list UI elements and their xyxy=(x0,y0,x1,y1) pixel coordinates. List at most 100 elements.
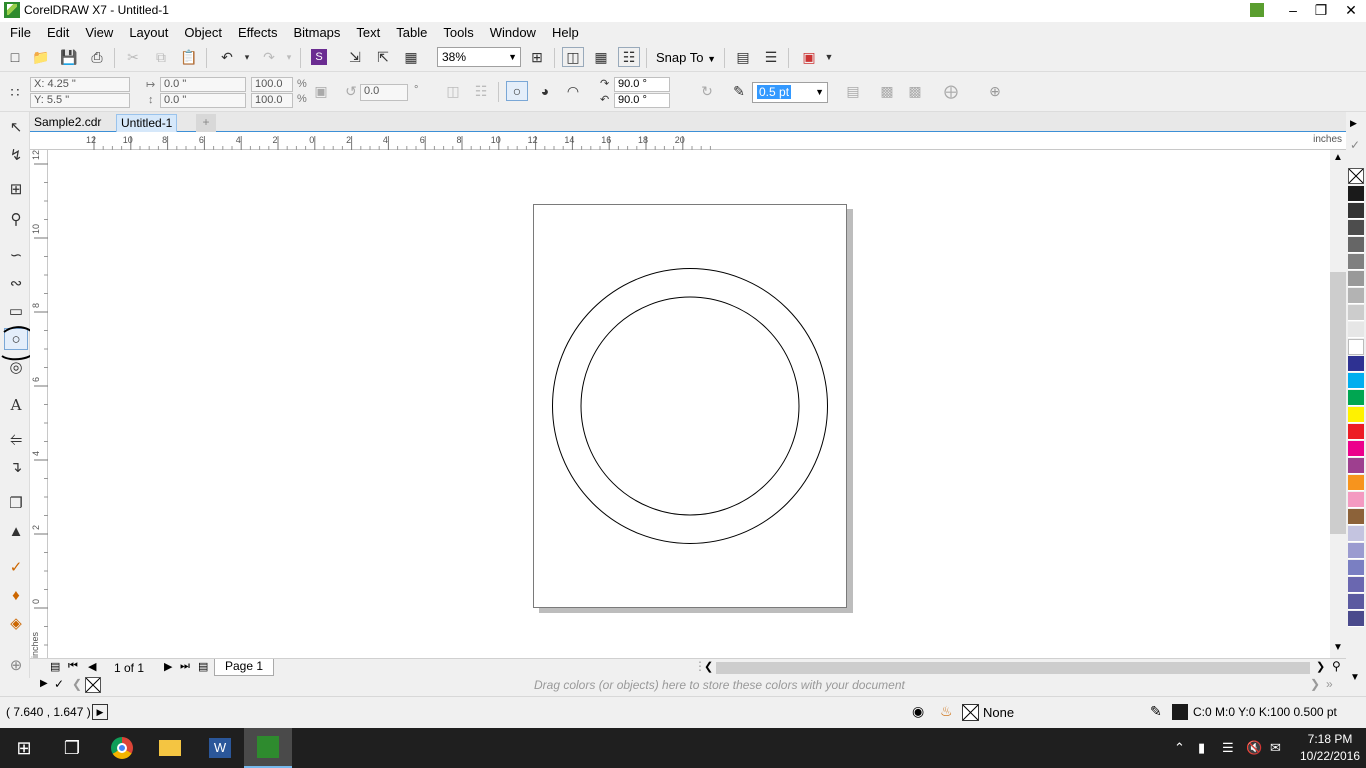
fill-none-swatch[interactable] xyxy=(962,704,979,721)
inner-ellipse[interactable] xyxy=(580,296,800,516)
redo-dropdown-icon[interactable]: ▾ xyxy=(278,47,300,67)
scroll-thumb[interactable] xyxy=(1330,272,1346,534)
outline-pen-icon[interactable]: ✎ xyxy=(1150,703,1162,720)
palette-swatch[interactable] xyxy=(1348,186,1364,202)
end-angle-field[interactable]: 90.0 ° xyxy=(614,93,670,108)
menu-tools[interactable]: Tools xyxy=(435,25,481,40)
restore-button[interactable]: ❐ xyxy=(1306,0,1336,22)
palette-swatch[interactable] xyxy=(1348,424,1364,440)
drop-shadow-icon[interactable]: ❐ xyxy=(4,492,28,514)
new-tab-icon[interactable]: + xyxy=(196,114,216,132)
snap-to-button[interactable]: Snap To ▼ xyxy=(656,50,716,65)
palette-swatch[interactable] xyxy=(1348,305,1364,321)
palette-swatch[interactable] xyxy=(1348,526,1364,542)
freehand-tool-icon[interactable]: ∽ xyxy=(4,244,28,266)
scroll-left-icon[interactable]: ❮ xyxy=(704,660,713,673)
color-eyedropper-icon[interactable]: ✓ xyxy=(4,556,28,578)
palette-swatch[interactable] xyxy=(1348,594,1364,610)
welcome-screen-icon[interactable]: ▣ xyxy=(798,47,820,67)
spiral-tool-icon[interactable]: ◎ xyxy=(4,356,28,378)
undo-dropdown-icon[interactable]: ▾ xyxy=(236,47,258,67)
palette-swatch[interactable] xyxy=(1348,271,1364,287)
interactive-fill-icon[interactable]: ♦ xyxy=(4,584,28,606)
text-tool-icon[interactable]: A xyxy=(4,394,28,416)
add-tool-icon[interactable]: ⊕ xyxy=(4,654,28,676)
horizontal-scroll-thumb[interactable] xyxy=(716,662,1310,674)
palette-scroll-icon[interactable]: ▶ xyxy=(1350,118,1357,129)
tab-page-1[interactable]: Page 1 xyxy=(214,659,275,676)
volume-muted-icon[interactable]: 🔇 xyxy=(1246,740,1262,756)
palette-swatch[interactable] xyxy=(1348,475,1364,491)
quick-customize-icon[interactable]: ⊕ xyxy=(984,81,1006,101)
palette-swatch[interactable] xyxy=(1348,543,1364,559)
menu-view[interactable]: View xyxy=(77,25,121,40)
first-page-icon[interactable]: ⏮ xyxy=(68,660,78,673)
horizontal-ruler[interactable]: 12 10 8 6 4 2 0 2 4 6 8 10 12 14 16 18 20 inches xyxy=(30,132,1346,150)
change-direction-icon[interactable]: ↻ xyxy=(696,81,718,101)
fill-bucket-icon[interactable]: ♨ xyxy=(940,703,953,720)
palette-swatch[interactable] xyxy=(1348,220,1364,236)
app-help-icon[interactable] xyxy=(1242,0,1272,22)
palette-swatch[interactable] xyxy=(1348,611,1364,627)
zoom-full-page-icon[interactable]: ⊞ xyxy=(526,47,548,67)
last-page-icon[interactable]: ⏭ xyxy=(180,660,190,673)
mirror-horizontal-icon[interactable]: ◫ xyxy=(442,81,464,101)
palette-eyedropper-icon[interactable]: ✓ xyxy=(1350,138,1360,152)
palette-swatch[interactable] xyxy=(1348,203,1364,219)
palette-swatch[interactable] xyxy=(1348,356,1364,372)
show-guidelines-icon[interactable]: ☷ xyxy=(618,47,640,67)
tab-untitled-1[interactable]: Untitled-1 xyxy=(116,114,178,132)
menu-effects[interactable]: Effects xyxy=(230,25,286,40)
paste-icon[interactable]: 📋 xyxy=(178,47,200,67)
open-icon[interactable]: 📁 xyxy=(30,47,52,67)
menu-layout[interactable]: Layout xyxy=(121,25,176,40)
print-icon[interactable]: ⎙ xyxy=(86,47,108,67)
palette-swatch[interactable] xyxy=(1348,237,1364,253)
chrome-icon[interactable] xyxy=(98,728,146,768)
export-icon[interactable]: ⇱ xyxy=(372,47,394,67)
chevron-down-icon[interactable]: ▼ xyxy=(818,47,840,67)
menu-edit[interactable]: Edit xyxy=(39,25,77,40)
outline-color-swatch[interactable] xyxy=(1172,704,1188,720)
smart-fill-icon[interactable]: ◈ xyxy=(4,612,28,634)
task-view-icon[interactable]: ❐ xyxy=(48,728,96,768)
rectangle-tool-icon[interactable]: ▭ xyxy=(4,300,28,322)
scroll-right-icon[interactable]: ❯ xyxy=(1316,660,1325,673)
status-expand-icon[interactable]: ▶ xyxy=(92,704,108,720)
scroll-down-icon[interactable]: ▼ xyxy=(1333,642,1343,653)
publish-pdf-icon[interactable]: ▦ xyxy=(400,47,422,67)
height-field[interactable]: 0.0 " xyxy=(160,93,246,108)
full-screen-preview-icon[interactable]: ◫ xyxy=(562,47,584,67)
new-document-icon[interactable]: □ xyxy=(4,47,26,67)
battery-icon[interactable]: ▮ xyxy=(1198,740,1205,756)
menu-object[interactable]: Object xyxy=(176,25,230,40)
menu-window[interactable]: Window xyxy=(482,25,544,40)
search-content-icon[interactable]: S xyxy=(308,47,330,67)
word-icon[interactable]: W xyxy=(196,728,244,768)
arc-mode-icon[interactable]: ◠ xyxy=(562,81,584,101)
previous-page-icon[interactable]: ◀ xyxy=(88,660,96,673)
scroll-up-icon[interactable]: ▲ xyxy=(1333,152,1343,163)
menu-text[interactable]: Text xyxy=(348,25,388,40)
artistic-media-icon[interactable]: ∾ xyxy=(4,272,28,294)
action-center-icon[interactable]: ✉ xyxy=(1270,740,1281,756)
to-back-icon[interactable]: ▩ xyxy=(904,81,926,101)
text-wrap-icon[interactable]: ▤ xyxy=(842,81,864,101)
rotation-field[interactable]: 0.0 xyxy=(360,84,408,101)
doc-palette-eyedropper-icon[interactable]: ✓ xyxy=(54,677,64,691)
palette-swatch[interactable] xyxy=(1348,373,1364,389)
add-page-before-icon[interactable]: ▤ xyxy=(50,660,60,673)
save-icon[interactable]: 💾 xyxy=(58,47,80,67)
vertical-ruler[interactable]: 12 10 8 6 4 2 0 xyxy=(30,150,48,664)
palette-swatch[interactable] xyxy=(1348,254,1364,270)
lock-ratio-icon[interactable]: ▣ xyxy=(310,81,332,101)
next-page-icon[interactable]: ▶ xyxy=(164,660,172,673)
undo-icon[interactable]: ↶ xyxy=(216,47,238,67)
transparency-icon[interactable]: ▲ xyxy=(4,520,28,542)
palette-swatch[interactable] xyxy=(1348,339,1364,355)
menu-bitmaps[interactable]: Bitmaps xyxy=(285,25,348,40)
no-color-swatch[interactable] xyxy=(1348,168,1364,184)
rotate-icon[interactable]: ↺ xyxy=(340,81,362,101)
coreldraw-taskbar-icon[interactable] xyxy=(244,728,292,768)
ellipse-mode-icon[interactable]: ○ xyxy=(506,81,528,101)
